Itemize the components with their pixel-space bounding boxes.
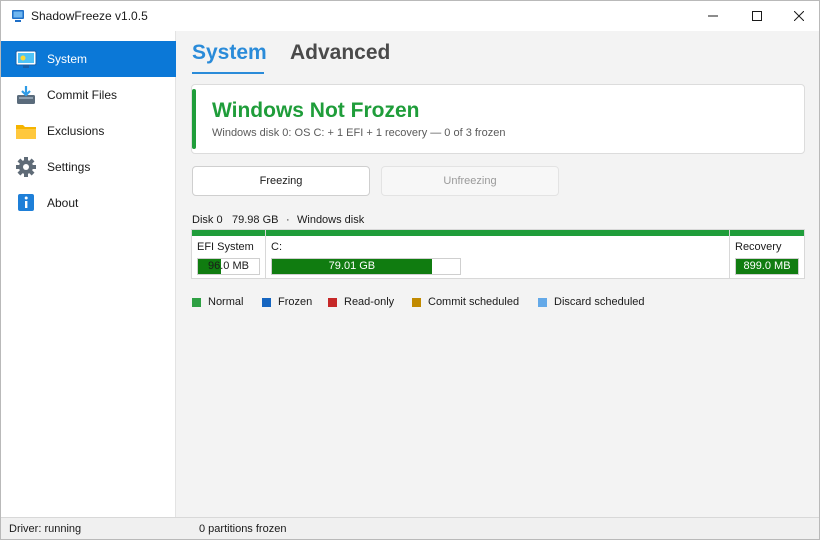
legend-swatch <box>538 297 547 307</box>
partition-size: 79.01 GB <box>328 260 376 272</box>
freeze-button[interactable]: Freezing <box>192 166 370 196</box>
tab-system[interactable]: System <box>192 41 267 65</box>
disk-partition-map: EFI System 96.0 MB C: 79.01 GB Recovery <box>191 229 805 279</box>
disk-description: Windows disk <box>297 214 365 226</box>
legend-label: Read-only <box>344 296 395 308</box>
sidebar-item-label: System <box>47 52 88 66</box>
sidebar-item-commit-files[interactable]: Commit Files <box>1 77 176 113</box>
maximize-icon <box>752 11 762 21</box>
status-title: Windows Not Frozen <box>212 99 420 122</box>
app-window: ShadowFreeze v1.0.5 System Commit Files … <box>0 0 820 540</box>
partition-efi[interactable]: EFI System 96.0 MB <box>192 230 266 278</box>
maximize-button[interactable] <box>735 1 779 31</box>
gear-icon <box>16 157 36 177</box>
legend-label: Commit scheduled <box>428 296 520 308</box>
close-icon <box>794 11 804 21</box>
partition-name: Recovery <box>735 241 782 253</box>
partition-status-bar <box>266 230 729 236</box>
legend-swatch <box>412 297 421 307</box>
status-accent-bar <box>192 89 196 149</box>
partition-status-bar <box>192 230 265 236</box>
close-button[interactable] <box>777 1 819 31</box>
partition-size: 96.0 MB <box>208 260 249 272</box>
sidebar-item-settings[interactable]: Settings <box>1 149 176 185</box>
tab-active-indicator <box>192 72 264 74</box>
sidebar-item-system[interactable]: System <box>1 41 176 77</box>
title-bar[interactable]: ShadowFreeze v1.0.5 <box>1 1 819 31</box>
folder-icon <box>16 125 36 139</box>
info-icon <box>18 194 34 211</box>
tab-advanced[interactable]: Advanced <box>290 41 390 65</box>
legend-item-discard-scheduled: Discard scheduled <box>538 296 645 308</box>
legend-label: Frozen <box>278 296 313 308</box>
sidebar-item-label: Settings <box>47 160 91 174</box>
sidebar-item-label: About <box>47 196 79 210</box>
sidebar-item-label: Exclusions <box>47 124 105 138</box>
sidebar-item-about[interactable]: About <box>1 185 176 221</box>
partition-c[interactable]: C: 79.01 GB <box>266 230 730 278</box>
legend-item-frozen: Frozen <box>262 296 312 308</box>
disk-name: Disk 0 <box>192 214 223 226</box>
sidebar-item-label: Commit Files <box>47 88 118 102</box>
freeze-status-card: Windows Not Frozen Windows disk 0: OS C:… <box>191 84 805 154</box>
legend-item-commit-scheduled: Commit scheduled <box>412 296 519 308</box>
legend-swatch <box>192 297 201 307</box>
commit-tray-icon <box>17 86 35 104</box>
disk-size: 79.98 GB <box>232 214 279 226</box>
partition-name: EFI System <box>197 241 254 253</box>
legend-swatch <box>262 297 271 307</box>
legend-swatch <box>328 297 337 307</box>
partition-name: C: <box>271 241 282 253</box>
partition-usage-gauge: 96.0 MB <box>197 258 260 275</box>
partition-size: 899.0 MB <box>743 260 791 272</box>
partition-status-bar <box>730 230 804 236</box>
legend-item-normal: Normal <box>192 296 243 308</box>
status-bar: Driver: running 0 partitions frozen <box>1 517 819 539</box>
main-content: System Advanced Windows Not Frozen Windo… <box>177 31 819 517</box>
disk-separator: · <box>286 214 290 226</box>
unfreeze-button[interactable]: Unfreezing <box>381 166 559 196</box>
legend-label: Discard scheduled <box>554 296 645 308</box>
partition-recovery[interactable]: Recovery 899.0 MB <box>730 230 804 278</box>
partition-usage-gauge: 79.01 GB <box>271 258 461 275</box>
window-title: ShadowFreeze v1.0.5 <box>31 9 148 23</box>
sidebar: System Commit Files Exclusions Settings … <box>1 31 176 517</box>
minimize-icon <box>708 15 718 17</box>
frozen-partitions-count: 0 partitions frozen <box>199 523 287 535</box>
legend-item-read-only: Read-only <box>328 296 394 308</box>
sidebar-item-exclusions[interactable]: Exclusions <box>1 113 176 149</box>
status-subtitle: Windows disk 0: OS C: + 1 EFI + 1 recove… <box>212 127 506 139</box>
driver-status: Driver: running <box>9 523 82 535</box>
minimize-button[interactable] <box>691 1 735 31</box>
partition-usage-gauge: 899.0 MB <box>735 258 799 275</box>
legend-label: Normal <box>208 296 244 308</box>
app-logo-icon <box>12 10 24 22</box>
system-monitor-icon <box>15 50 37 68</box>
